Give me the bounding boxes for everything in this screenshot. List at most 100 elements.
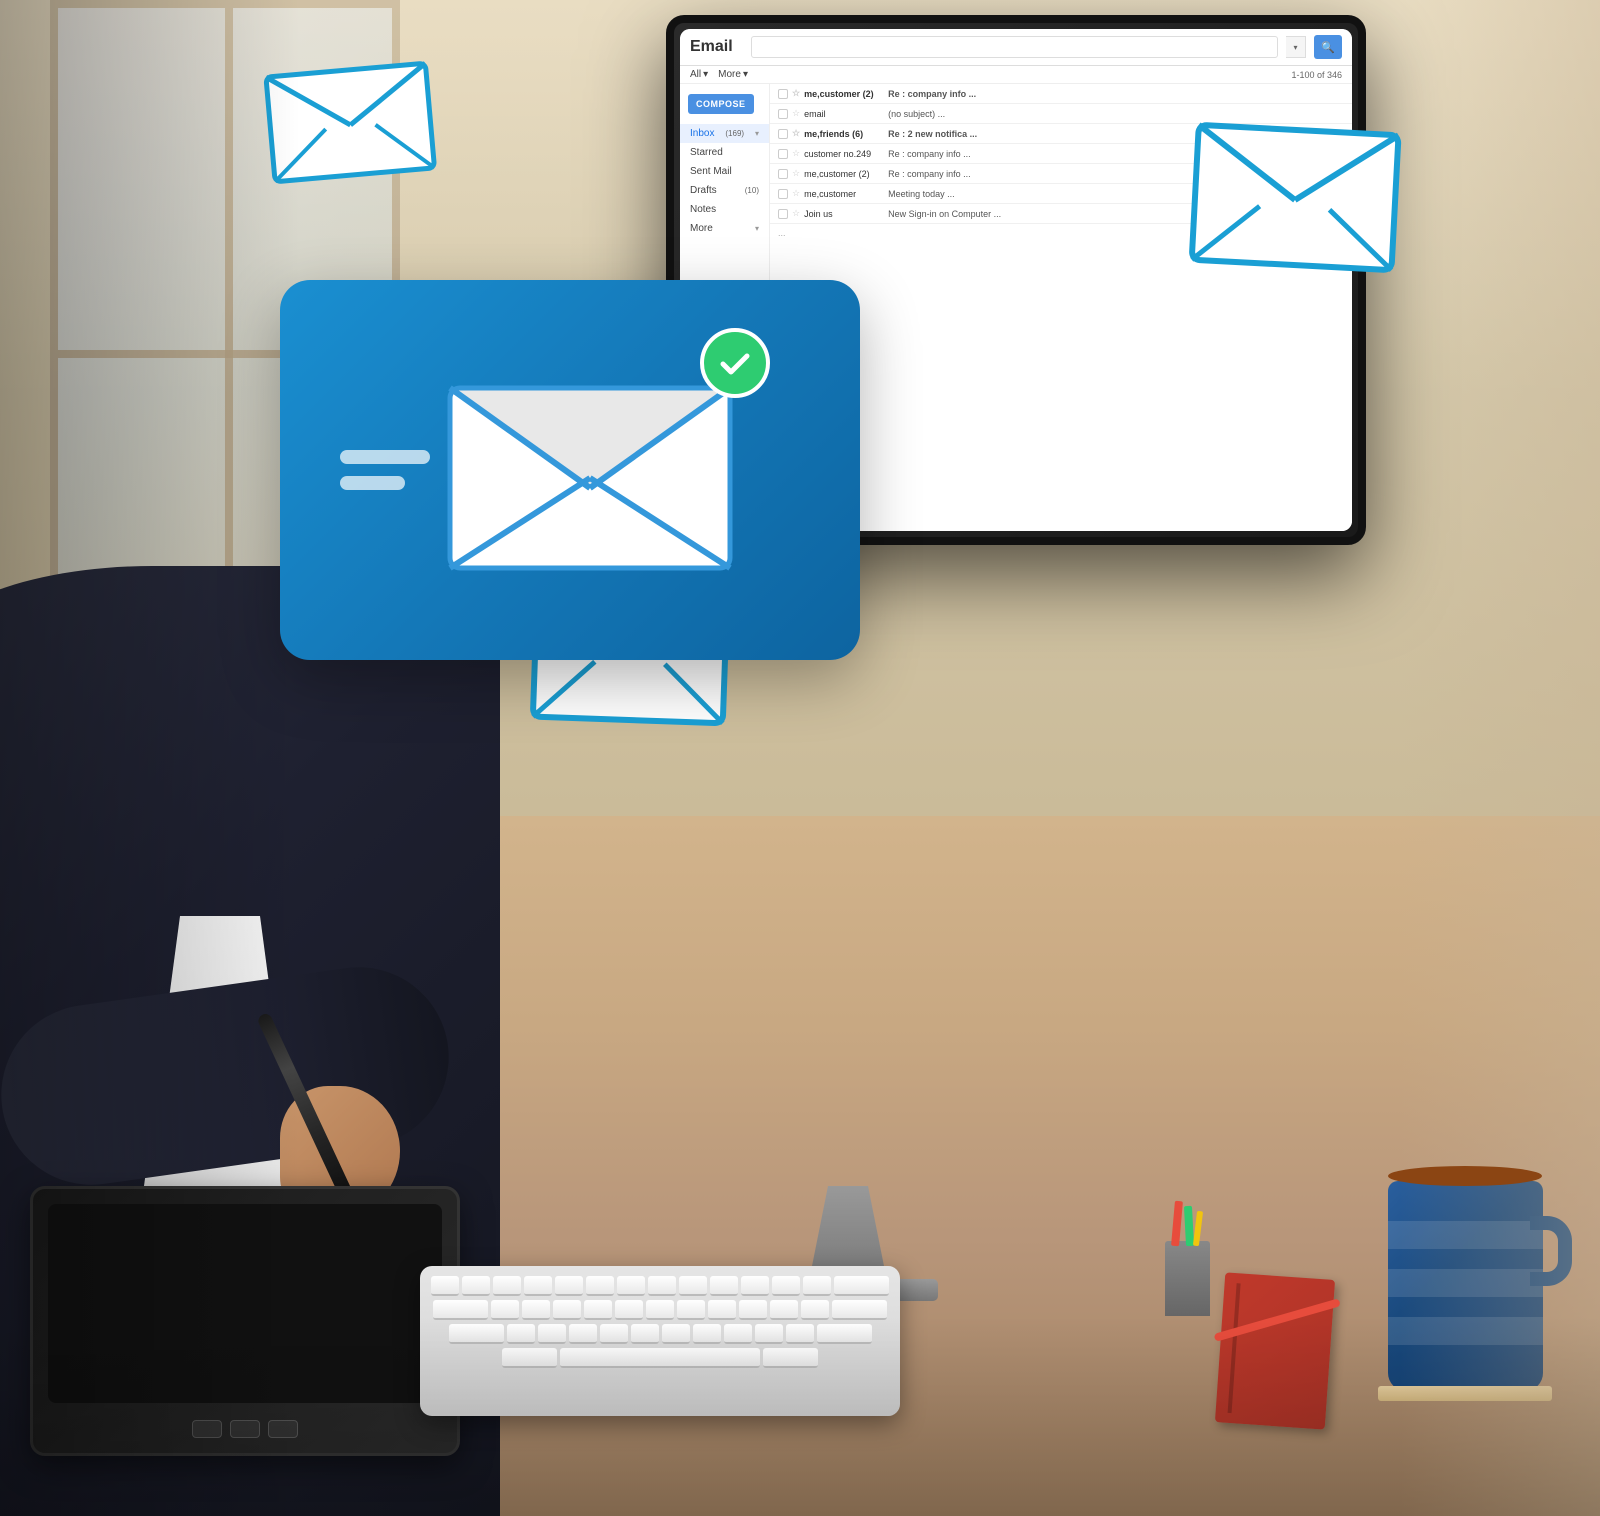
key[interactable] [693, 1324, 721, 1344]
key[interactable] [615, 1300, 643, 1320]
sidebar-item-notes[interactable]: Notes [680, 200, 769, 219]
drawing-tablet [30, 1186, 460, 1456]
sidebar-item-sent[interactable]: Sent Mail [680, 162, 769, 181]
keyboard-row-2 [430, 1300, 890, 1320]
keyboard-row-4 [430, 1348, 890, 1368]
mug-stripe-2 [1388, 1269, 1543, 1297]
floating-envelope-top-left [260, 48, 441, 192]
key[interactable] [803, 1276, 831, 1296]
star-icon[interactable]: ☆ [792, 188, 800, 199]
table-row[interactable]: ☆ me,customer (2) Re : company info ... [770, 84, 1352, 104]
keyboard [420, 1266, 900, 1416]
tablet-active-area [48, 1204, 442, 1403]
key[interactable] [786, 1324, 814, 1344]
key[interactable] [724, 1324, 752, 1344]
success-check-badge [700, 328, 770, 398]
sidebar-item-starred[interactable]: Starred [680, 143, 769, 162]
key[interactable] [741, 1276, 769, 1296]
key[interactable] [677, 1300, 705, 1320]
page-count: 1-100 of 346 [1291, 70, 1342, 80]
key[interactable] [538, 1324, 566, 1344]
key-tab[interactable] [433, 1300, 488, 1320]
app-title: Email [690, 38, 733, 56]
key[interactable] [569, 1324, 597, 1344]
key-shift-left[interactable] [502, 1348, 557, 1368]
key[interactable] [648, 1276, 676, 1296]
search-input[interactable] [751, 36, 1278, 58]
star-icon[interactable]: ☆ [792, 168, 800, 179]
email-sender: me,customer (2) [804, 89, 884, 99]
key[interactable] [507, 1324, 535, 1344]
key[interactable] [524, 1276, 552, 1296]
key[interactable] [493, 1276, 521, 1296]
email-sender: me,customer [804, 189, 884, 199]
blue-card-promotional [280, 280, 860, 660]
key-enter[interactable] [832, 1300, 887, 1320]
tablet-button-1[interactable] [192, 1420, 222, 1438]
key[interactable] [679, 1276, 707, 1296]
key[interactable] [600, 1324, 628, 1344]
key[interactable] [710, 1276, 738, 1296]
compose-button[interactable]: COMPOSE [688, 94, 754, 114]
notebook [1215, 1272, 1335, 1429]
email-checkbox[interactable] [778, 129, 788, 139]
sidebar-item-drafts[interactable]: Drafts (10) [680, 181, 769, 200]
main-envelope-icon [430, 348, 750, 588]
key[interactable] [772, 1276, 800, 1296]
email-sender: Join us [804, 209, 884, 219]
email-checkbox[interactable] [778, 149, 788, 159]
pencil-holder [1165, 1241, 1210, 1316]
keyboard-row-3 [430, 1324, 890, 1344]
email-subject: Re : company info ... [888, 89, 1344, 99]
background-scene: Email ▾ 🔍 All ▾ More ▾ 1-100 of 346 [0, 0, 1600, 1516]
key-backspace[interactable] [834, 1276, 889, 1296]
star-icon[interactable]: ☆ [792, 208, 800, 219]
all-dropdown[interactable]: All ▾ [690, 69, 708, 80]
key-shift-right[interactable] [817, 1324, 872, 1344]
email-checkbox[interactable] [778, 169, 788, 179]
email-checkbox[interactable] [778, 189, 788, 199]
notebook-pen [1214, 1298, 1341, 1342]
mug-saucer [1378, 1386, 1552, 1401]
key[interactable] [801, 1300, 829, 1320]
star-icon[interactable]: ☆ [792, 88, 800, 99]
notebook-spine [1228, 1283, 1241, 1413]
key-space[interactable] [560, 1348, 760, 1368]
star-icon[interactable]: ☆ [792, 108, 800, 119]
key[interactable] [553, 1300, 581, 1320]
email-checkbox[interactable] [778, 209, 788, 219]
key[interactable] [584, 1300, 612, 1320]
star-icon[interactable]: ☆ [792, 148, 800, 159]
key[interactable] [755, 1324, 783, 1344]
card-line-1 [340, 450, 430, 464]
tablet-button-2[interactable] [230, 1420, 260, 1438]
key[interactable] [522, 1300, 550, 1320]
key[interactable] [708, 1300, 736, 1320]
mug-stripe-3 [1388, 1317, 1543, 1345]
key-ctrl[interactable] [763, 1348, 818, 1368]
envelope-icon-top-right [1186, 115, 1404, 286]
tablet-button-3[interactable] [268, 1420, 298, 1438]
key[interactable] [431, 1276, 459, 1296]
key[interactable] [770, 1300, 798, 1320]
star-icon[interactable]: ☆ [792, 128, 800, 139]
key[interactable] [555, 1276, 583, 1296]
key[interactable] [662, 1324, 690, 1344]
sidebar-item-more[interactable]: More ▾ [680, 219, 769, 238]
email-checkbox[interactable] [778, 109, 788, 119]
key[interactable] [631, 1324, 659, 1344]
key-caps[interactable] [449, 1324, 504, 1344]
email-checkbox[interactable] [778, 89, 788, 99]
key[interactable] [491, 1300, 519, 1320]
more-dropdown[interactable]: More ▾ [718, 69, 748, 80]
key[interactable] [586, 1276, 614, 1296]
search-dropdown[interactable]: ▾ [1286, 36, 1306, 58]
keyboard-row-1 [430, 1276, 890, 1296]
search-button[interactable]: 🔍 [1314, 35, 1342, 59]
key[interactable] [646, 1300, 674, 1320]
mug-handle [1530, 1216, 1572, 1286]
key[interactable] [739, 1300, 767, 1320]
sidebar-item-inbox[interactable]: Inbox (169) ▾ [680, 124, 769, 143]
key[interactable] [617, 1276, 645, 1296]
key[interactable] [462, 1276, 490, 1296]
